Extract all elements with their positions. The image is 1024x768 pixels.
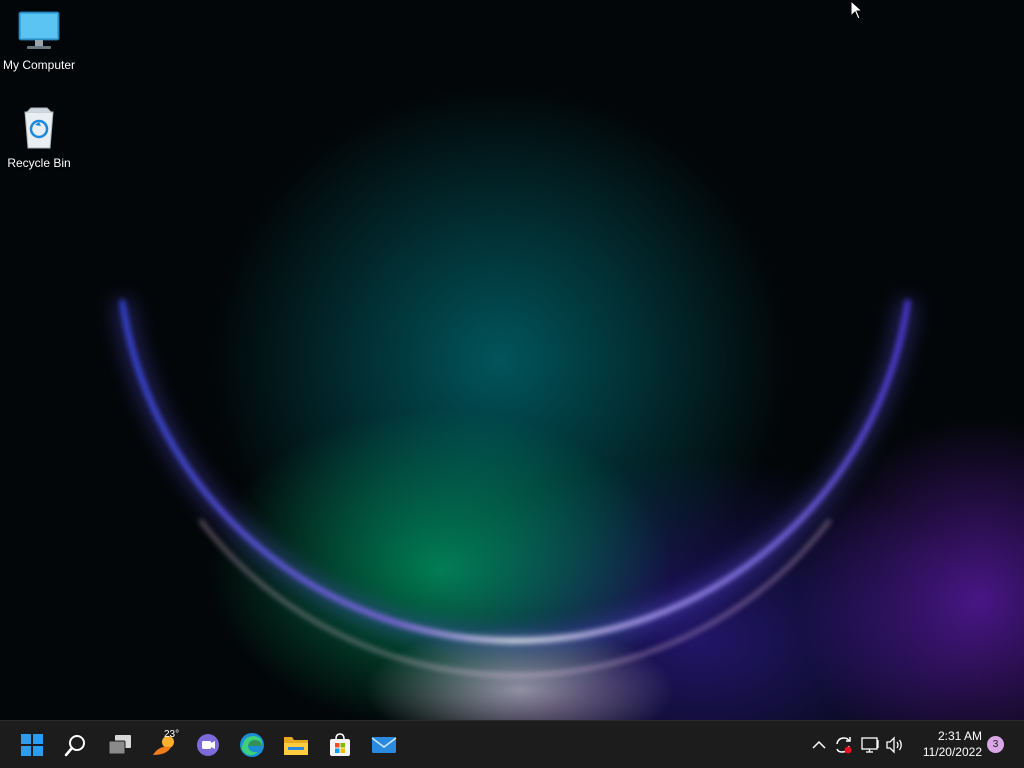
windows-start-icon bbox=[21, 734, 43, 756]
network-icon bbox=[861, 737, 879, 753]
edge-button[interactable] bbox=[236, 729, 268, 761]
sync-status-button[interactable] bbox=[831, 733, 855, 757]
mail-button[interactable] bbox=[368, 729, 400, 761]
network-button[interactable] bbox=[859, 733, 883, 757]
volume-icon bbox=[886, 736, 902, 754]
clock-time: 2:31 AM bbox=[937, 729, 982, 743]
chat-button[interactable] bbox=[192, 729, 224, 761]
desktop[interactable]: My Computer Recycle Bin bbox=[0, 0, 1024, 720]
mouse-cursor-icon bbox=[850, 0, 864, 20]
task-view-button[interactable] bbox=[104, 729, 136, 761]
clock[interactable]: 2:31 AM 11/20/2022 bbox=[912, 728, 982, 760]
search-button[interactable] bbox=[60, 729, 92, 761]
show-hidden-icons-button[interactable] bbox=[807, 733, 831, 757]
teams-chat-icon bbox=[197, 734, 219, 756]
recycle-bin-icon bbox=[0, 106, 78, 153]
store-icon bbox=[330, 733, 350, 756]
store-button[interactable] bbox=[324, 729, 356, 761]
weather-temperature: 23° bbox=[164, 729, 180, 740]
monitor-icon bbox=[0, 10, 78, 55]
desktop-icon-label: Recycle Bin bbox=[7, 156, 71, 170]
desktop-icon-label: My Computer bbox=[2, 58, 76, 72]
start-button[interactable] bbox=[16, 729, 48, 761]
taskbar: 23° 2:31 AM 11/20/2022 3 bbox=[0, 720, 1024, 768]
mail-icon bbox=[371, 737, 397, 753]
desktop-icon-recycle-bin[interactable]: Recycle Bin bbox=[0, 106, 78, 170]
task-view-icon bbox=[108, 735, 131, 755]
chevron-up-icon bbox=[812, 740, 826, 749]
volume-button[interactable] bbox=[883, 733, 907, 757]
desktop-icon-my-computer[interactable]: My Computer bbox=[0, 10, 78, 72]
notification-badge[interactable]: 3 bbox=[987, 736, 1004, 753]
clock-date: 11/20/2022 bbox=[922, 745, 982, 759]
edge-icon bbox=[240, 733, 264, 757]
file-explorer-button[interactable] bbox=[280, 729, 312, 761]
sync-icon bbox=[836, 737, 852, 754]
wallpaper-orb bbox=[113, 298, 917, 677]
file-explorer-icon bbox=[284, 737, 308, 755]
search-icon bbox=[64, 735, 85, 757]
